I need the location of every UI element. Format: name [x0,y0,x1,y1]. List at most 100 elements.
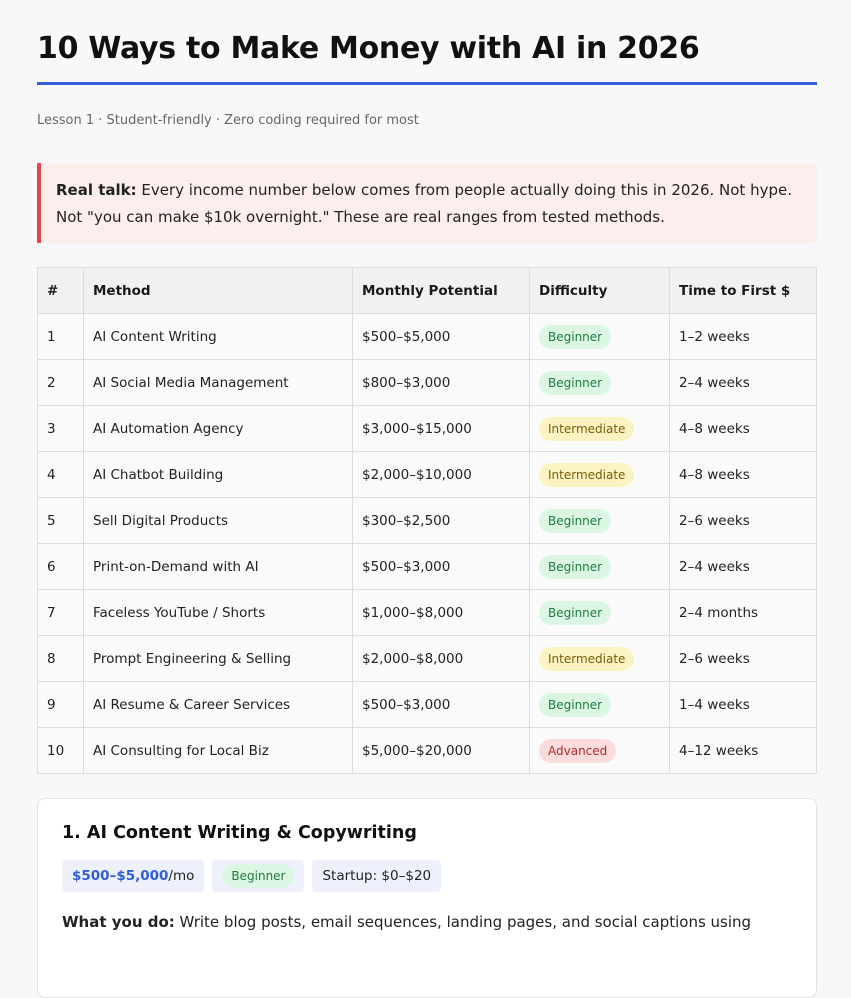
row-method: AI Social Media Management [93,374,289,391]
callout-text: Every income number below comes from peo… [56,181,792,226]
row-number-cell: 3 [37,405,84,452]
row-number: 2 [47,374,56,391]
row-method: Faceless YouTube / Shorts [93,604,266,621]
difficulty-badge: Intermediate [539,462,635,487]
row-time-to-first: 2–4 months [679,604,759,621]
row-method: Prompt Engineering & Selling [93,650,292,667]
table-row: 10 AI Consulting for Local Biz $5,000–$20,… [37,727,817,774]
row-method: AI Consulting for Local Biz [93,742,269,759]
row-time-to-first: 1–2 weeks [679,328,750,345]
row-method: AI Chatbot Building [93,466,224,483]
row-monthly-potential: $500–$3,000 [362,558,451,575]
row-time-to-first-cell: 2–6 weeks [669,497,817,544]
row-method-cell: AI Content Writing [83,313,353,360]
income-unit: /mo [168,868,195,884]
row-method-cell: Prompt Engineering & Selling [83,635,353,682]
difficulty-badge: Advanced [539,738,617,763]
row-difficulty-cell: Intermediate [529,405,670,452]
table-row: 5 Sell Digital Products $300–$2,500 Beginne… [37,497,817,544]
difficulty-badge: Beginner [539,554,612,579]
row-monthly-potential: $5,000–$20,000 [362,742,472,759]
row-monthly-potential-cell: $2,000–$10,000 [352,451,530,498]
row-monthly-potential: $2,000–$8,000 [362,650,464,667]
row-number-cell: 6 [37,543,84,590]
row-time-to-first: 2–4 weeks [679,374,750,391]
row-time-to-first: 4–12 weeks [679,742,759,759]
row-number: 6 [47,558,56,575]
header-number: # [37,267,84,314]
row-method-cell: AI Chatbot Building [83,451,353,498]
startup-chip: Startup: $0–$20 [312,860,442,892]
row-monthly-potential: $500–$3,000 [362,696,451,713]
row-number: 1 [47,328,56,345]
row-monthly-potential: $3,000–$15,000 [362,420,472,437]
what-text: Write blog posts, email sequences, landi… [179,913,752,931]
table-body: 1 AI Content Writing $500–$5,000 Beginner 1–… [37,313,817,774]
row-number: 5 [47,512,56,529]
row-monthly-potential: $300–$2,500 [362,512,451,529]
row-monthly-potential-cell: $500–$3,000 [352,681,530,728]
row-difficulty-cell: Intermediate [529,635,670,682]
row-time-to-first: 4–8 weeks [679,420,750,437]
difficulty-badge: Beginner [539,324,612,349]
difficulty-badge: Beginner [222,864,295,888]
row-time-to-first-cell: 2–4 months [669,589,817,636]
difficulty-badge: Beginner [539,370,612,395]
row-time-to-first: 2–6 weeks [679,512,750,529]
row-monthly-potential-cell: $500–$5,000 [352,313,530,360]
row-difficulty-cell: Beginner [529,359,670,406]
row-time-to-first: 1–4 weeks [679,696,750,713]
row-time-to-first-cell: 1–4 weeks [669,681,817,728]
lesson-page: 10 Ways to Make Money with AI in 2026 Le… [0,0,851,998]
difficulty-badge: Beginner [539,508,612,533]
row-method-cell: Sell Digital Products [83,497,353,544]
table-row: 1 AI Content Writing $500–$5,000 Beginner 1–… [37,313,817,360]
table-row: 4 AI Chatbot Building $2,000–$10,000 Interm… [37,451,817,498]
row-method: Sell Digital Products [93,512,229,529]
row-difficulty-cell: Beginner [529,589,670,636]
method-detail-card: 1. AI Content Writing & Copywriting $500… [37,798,817,998]
row-difficulty-cell: Beginner [529,313,670,360]
row-number-cell: 4 [37,451,84,498]
table-row: 9 AI Resume & Career Services $500–$3,000 B… [37,681,817,728]
row-number-cell: 2 [37,359,84,406]
header-difficulty: Difficulty [529,267,670,314]
header-time-to-first: Time to First $ [669,267,817,314]
row-number-cell: 9 [37,681,84,728]
row-number: 4 [47,466,56,483]
row-monthly-potential-cell: $300–$2,500 [352,497,530,544]
row-monthly-potential-cell: $3,000–$15,000 [352,405,530,452]
row-method: Print-on-Demand with AI [93,558,259,575]
difficulty-badge: Beginner [539,600,612,625]
row-method: AI Resume & Career Services [93,696,291,713]
row-number: 8 [47,650,56,667]
table-row: 8 Prompt Engineering & Selling $2,000–$8,0… [37,635,817,682]
income-amount: $500–$5,000 [72,868,169,884]
table-row: 2 AI Social Media Management $800–$3,000 Be… [37,359,817,406]
lesson-meta: Lesson 1 · Student-friendly · Zero codin… [37,113,419,128]
row-difficulty-cell: Beginner [529,681,670,728]
table-row: 7 Faceless YouTube / Shorts $1,000–$8,000 B… [37,589,817,636]
table-row: 6 Print-on-Demand with AI $500–$3,000 Begin… [37,543,817,590]
row-method-cell: AI Resume & Career Services [83,681,353,728]
difficulty-badge: Intermediate [539,416,635,441]
callout-label: Real talk: [56,181,137,199]
income-chip: $500–$5,000/mo [62,860,205,892]
page-title: 10 Ways to Make Money with AI in 2026 [37,31,700,66]
row-time-to-first: 2–6 weeks [679,650,750,667]
difficulty-badge: Beginner [539,692,612,717]
row-number-cell: 7 [37,589,84,636]
row-number-cell: 10 [37,727,84,774]
what-you-do: What you do: Write blog posts, email seq… [62,911,792,933]
row-monthly-potential: $500–$5,000 [362,328,451,345]
header-method: Method [83,267,353,314]
real-talk-callout: Real talk: Every income number below com… [37,163,817,243]
row-time-to-first: 4–8 weeks [679,466,750,483]
row-monthly-potential-cell: $800–$3,000 [352,359,530,406]
difficulty-badge: Intermediate [539,646,635,671]
row-number-cell: 8 [37,635,84,682]
row-difficulty-cell: Beginner [529,543,670,590]
row-time-to-first-cell: 2–4 weeks [669,543,817,590]
header-monthly-potential: Monthly Potential [352,267,530,314]
card-chips: $500–$5,000/mo Beginner Startup: $0–$20 [62,860,792,892]
